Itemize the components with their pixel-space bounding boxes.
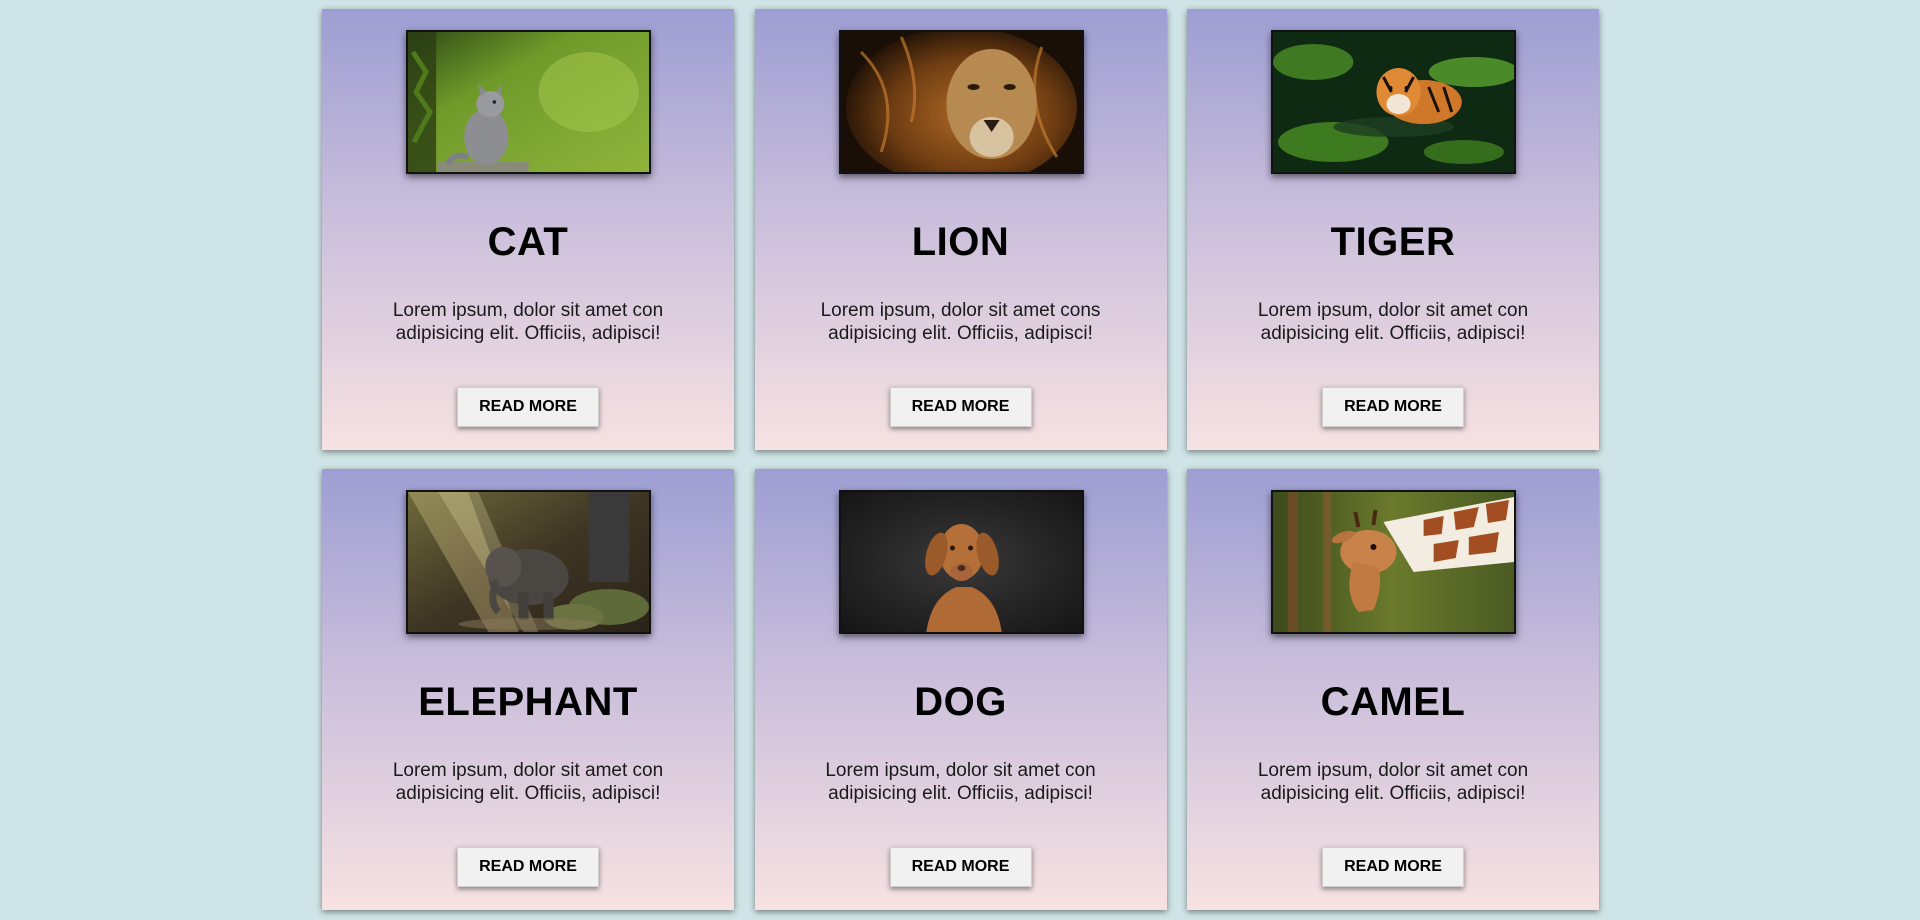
card-grid: CAT Lorem ipsum, dolor sit amet con adip… — [322, 9, 1599, 910]
card-cat: CAT Lorem ipsum, dolor sit amet con adip… — [322, 9, 734, 450]
card-description-line: Lorem ipsum, dolor sit amet con — [392, 300, 664, 321]
card-description-line: adipisicing elit. Officiis, adipisci! — [395, 783, 661, 804]
card-description: Lorem ipsum, dolor sit amet con adipisic… — [378, 299, 678, 345]
cat-photo-icon — [406, 30, 651, 174]
card-title: DOG — [914, 680, 1007, 724]
card-description-line: adipisicing elit. Officiis, adipisci! — [1260, 323, 1526, 344]
card-description: Lorem ipsum, dolor sit amet cons adipisi… — [811, 299, 1111, 345]
card-description-line: Lorem ipsum, dolor sit amet con — [825, 760, 1096, 781]
elephant-photo-icon — [406, 490, 651, 634]
card-description: Lorem ipsum, dolor sit amet con adipisic… — [811, 759, 1111, 805]
card-camel: CAMEL Lorem ipsum, dolor sit amet con ad… — [1187, 469, 1599, 910]
read-more-button[interactable]: READ MORE — [457, 387, 599, 427]
dog-photo-icon — [838, 490, 1084, 634]
card-title: CAMEL — [1320, 680, 1466, 724]
card-title: CAT — [487, 220, 569, 264]
tiger-photo-icon — [1271, 30, 1516, 174]
card-description-line: Lorem ipsum, dolor sit amet con — [392, 760, 664, 781]
card-elephant: ELEPHANT Lorem ipsum, dolor sit amet con… — [322, 469, 734, 910]
card-description: Lorem ipsum, dolor sit amet con adipisic… — [378, 759, 678, 805]
giraffe-photo-icon — [1271, 490, 1516, 634]
card-title: TIGER — [1330, 220, 1456, 264]
card-description-line: adipisicing elit. Officiis, adipisci! — [1260, 783, 1526, 804]
lion-photo-icon — [838, 30, 1084, 174]
card-description: Lorem ipsum, dolor sit amet con adipisic… — [1243, 759, 1543, 805]
card-lion: LION Lorem ipsum, dolor sit amet cons ad… — [754, 9, 1167, 450]
card-description-line: adipisicing elit. Officiis, adipisci! — [828, 323, 1093, 344]
card-title: LION — [911, 220, 1010, 264]
card-description-line: Lorem ipsum, dolor sit amet cons — [820, 300, 1101, 321]
card-title: ELEPHANT — [418, 680, 638, 724]
read-more-button[interactable]: READ MORE — [1322, 387, 1464, 427]
card-description: Lorem ipsum, dolor sit amet con adipisic… — [1243, 299, 1543, 345]
card-description-line: Lorem ipsum, dolor sit amet con — [1257, 760, 1529, 781]
card-tiger: TIGER Lorem ipsum, dolor sit amet con ad… — [1187, 9, 1599, 450]
read-more-button[interactable]: READ MORE — [889, 847, 1032, 887]
card-dog: DOG Lorem ipsum, dolor sit amet con adip… — [754, 469, 1167, 910]
read-more-button[interactable]: READ MORE — [889, 387, 1032, 427]
card-description-line: Lorem ipsum, dolor sit amet con — [1257, 300, 1529, 321]
read-more-button[interactable]: READ MORE — [1322, 847, 1464, 887]
card-description-line: adipisicing elit. Officiis, adipisci! — [828, 783, 1093, 804]
card-description-line: adipisicing elit. Officiis, adipisci! — [395, 323, 661, 344]
read-more-button[interactable]: READ MORE — [457, 847, 599, 887]
